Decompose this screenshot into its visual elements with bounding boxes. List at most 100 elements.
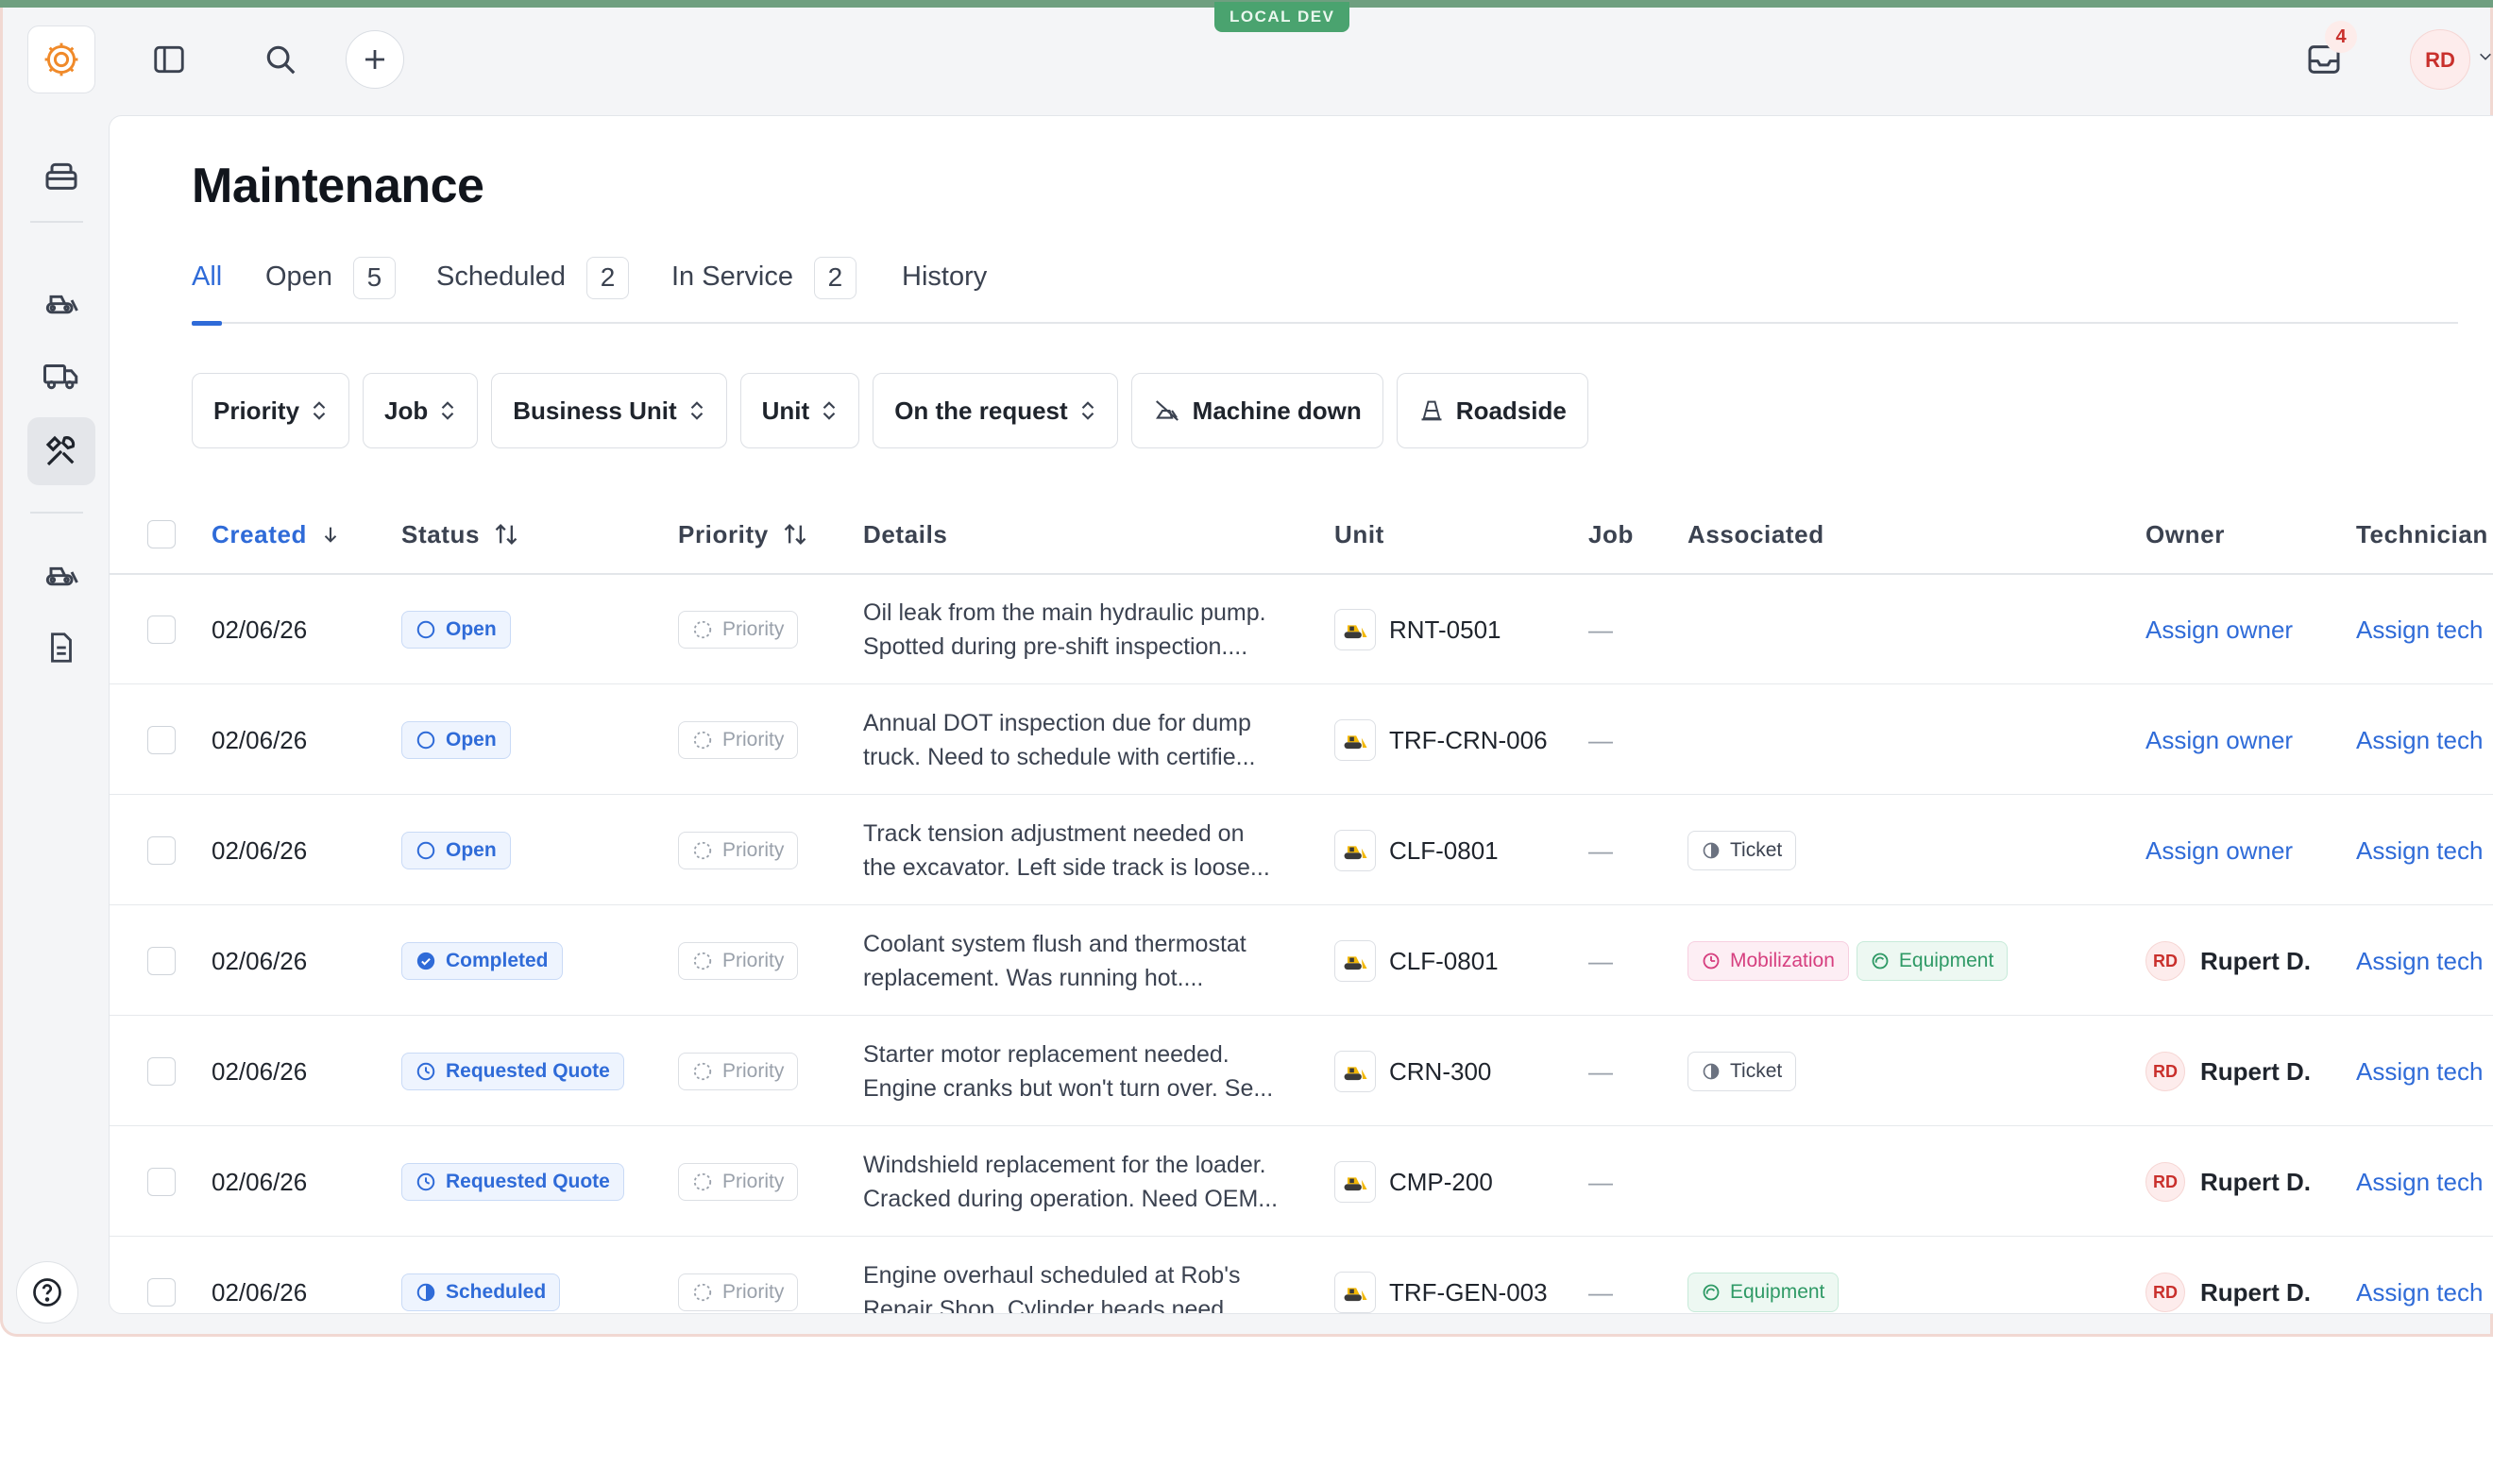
row-checkbox[interactable] [147, 1168, 176, 1196]
priority-badge[interactable]: Priority [678, 1163, 799, 1201]
on-the-request-filter[interactable]: On the request [873, 373, 1118, 448]
table-row[interactable]: 02/06/26 Completed Priority Coolant system … [110, 906, 2493, 1016]
owner-cell[interactable]: RD Rupert D. [2145, 941, 2311, 981]
priority-badge[interactable]: Priority [678, 611, 799, 649]
owner-column-header: Owner [2145, 494, 2225, 575]
maintenance-tools-icon [45, 435, 76, 466]
chevron-down-icon[interactable] [2478, 49, 2493, 64]
status-badge[interactable]: Open [401, 611, 511, 649]
dashed-circle-icon [693, 841, 712, 860]
sidebar-toggle-button[interactable] [140, 30, 198, 89]
assign-tech-link[interactable]: Assign tech [2356, 1278, 2483, 1307]
nav-maintenance[interactable] [27, 417, 95, 485]
checkbox[interactable] [147, 520, 176, 548]
table-row[interactable]: 02/06/26 Open Priority Oil leak from the ma… [110, 575, 2493, 684]
status-badge[interactable]: Open [401, 721, 511, 759]
associated-tag[interactable]: Equipment [1687, 1273, 1840, 1312]
status-badge[interactable]: Open [401, 832, 511, 869]
priority-badge[interactable]: Priority [678, 1053, 799, 1090]
priority-badge[interactable]: Priority [678, 1273, 799, 1311]
nav-documents[interactable] [27, 614, 95, 682]
job-filter[interactable]: Job [363, 373, 479, 448]
assign-owner-link[interactable]: Assign owner [2145, 726, 2293, 755]
tab-open[interactable]: Open 5 [265, 257, 396, 324]
tab-all[interactable]: All [192, 258, 223, 326]
unit-cell[interactable]: CRN-300 [1334, 1017, 1491, 1126]
status-column-header[interactable]: Status [401, 494, 519, 575]
assign-owner-link[interactable]: Assign owner [2145, 616, 2293, 645]
owner-name: Rupert D. [2200, 1277, 2311, 1307]
unit-cell[interactable]: CMP-200 [1334, 1127, 1493, 1237]
unit-cell[interactable]: TRF-GEN-003 [1334, 1238, 1548, 1313]
owner-cell-wrap: RD Rupert D. [2145, 906, 2311, 1016]
details-text[interactable]: Coolant system flush and thermostat repl… [863, 927, 1279, 995]
priority-column-header[interactable]: Priority [678, 494, 808, 575]
associated-tag[interactable]: Equipment [1856, 941, 2009, 981]
add-button[interactable] [346, 30, 404, 89]
details-text[interactable]: Oil leak from the main hydraulic pump. S… [863, 596, 1279, 664]
associated-tag[interactable]: Mobilization [1687, 941, 1849, 981]
table-row[interactable]: 02/06/26 Scheduled Priority Engine overhaul… [110, 1238, 2493, 1313]
assign-tech-link[interactable]: Assign tech [2356, 1168, 2483, 1197]
assign-tech-link[interactable]: Assign tech [2356, 836, 2483, 866]
details-text[interactable]: Track tension adjustment needed on the e… [863, 817, 1279, 885]
table-row[interactable]: 02/06/26 Requested Quote Priority Windshiel… [110, 1127, 2493, 1237]
search-button[interactable] [251, 30, 310, 89]
details-text[interactable]: Windshield replacement for the loader. C… [863, 1148, 1279, 1216]
row-checkbox[interactable] [147, 947, 176, 975]
priority-filter[interactable]: Priority [192, 373, 350, 448]
assign-tech-link[interactable]: Assign tech [2356, 726, 2483, 755]
row-checkbox[interactable] [147, 1278, 176, 1307]
assign-tech-link[interactable]: Assign tech [2356, 947, 2483, 976]
nav-trucks[interactable] [27, 342, 95, 410]
details-text[interactable]: Annual DOT inspection due for dump truck… [863, 706, 1279, 774]
created-column-header[interactable]: Created [212, 494, 341, 575]
select-all-checkbox[interactable] [147, 494, 176, 575]
assign-tech-link[interactable]: Assign tech [2356, 1057, 2483, 1087]
row-checkbox[interactable] [147, 1057, 176, 1086]
unit-cell[interactable]: CLF-0801 [1334, 796, 1499, 905]
nav-fleet[interactable] [27, 538, 95, 606]
nav-equipment[interactable] [27, 266, 95, 334]
details-text[interactable]: Engine overhaul scheduled at Rob's Repai… [863, 1258, 1279, 1313]
unit-filter[interactable]: Unit [739, 373, 860, 448]
associated-tag[interactable]: Ticket [1687, 831, 1797, 870]
associated-tag[interactable]: Ticket [1687, 1052, 1797, 1091]
status-cell: Requested Quote [401, 1127, 624, 1237]
status-badge[interactable]: Requested Quote [401, 1053, 624, 1090]
tab-scheduled[interactable]: Scheduled 2 [436, 257, 630, 324]
priority-badge[interactable]: Priority [678, 721, 799, 759]
unit-cell[interactable]: TRF-CRN-006 [1334, 685, 1548, 795]
assign-owner-link[interactable]: Assign owner [2145, 836, 2293, 866]
status-badge[interactable]: Requested Quote [401, 1163, 624, 1201]
owner-cell-wrap: Assign owner [2145, 685, 2293, 795]
priority-badge[interactable]: Priority [678, 832, 799, 869]
business-unit-filter[interactable]: Business Unit [491, 373, 727, 448]
table-row[interactable]: 02/06/26 Requested Quote Priority Starter m… [110, 1017, 2493, 1126]
table-row[interactable]: 02/06/26 Open Priority Annual DOT inspectio… [110, 685, 2493, 795]
unit-cell[interactable]: CLF-0801 [1334, 906, 1499, 1016]
unit-cell[interactable]: RNT-0501 [1334, 575, 1501, 684]
owner-cell[interactable]: RD Rupert D. [2145, 1162, 2311, 1202]
details-text[interactable]: Starter motor replacement needed. Engine… [863, 1037, 1279, 1105]
help-button[interactable] [16, 1261, 78, 1324]
table-row[interactable]: 02/06/26 Open Priority Track tension adjust… [110, 796, 2493, 905]
roadside-toggle[interactable]: Roadside [1396, 373, 1588, 448]
row-checkbox[interactable] [147, 836, 176, 865]
app-logo-button[interactable] [27, 25, 95, 93]
row-checkbox[interactable] [147, 616, 176, 644]
owner-cell[interactable]: RD Rupert D. [2145, 1273, 2311, 1312]
details-cell: Windshield replacement for the loader. C… [863, 1127, 1279, 1237]
nav-inventory[interactable] [27, 142, 95, 210]
machine-down-toggle[interactable]: Machine down [1130, 373, 1383, 448]
owner-cell[interactable]: RD Rupert D. [2145, 1052, 2311, 1091]
status-badge[interactable]: Scheduled [401, 1273, 561, 1311]
priority-badge[interactable]: Priority [678, 942, 799, 980]
user-avatar[interactable]: RD [2410, 29, 2470, 90]
tab-in-service[interactable]: In Service 2 [671, 257, 856, 324]
tab-history[interactable]: History [902, 258, 987, 324]
assign-tech-link[interactable]: Assign tech [2356, 616, 2483, 645]
status-label: Open [446, 839, 497, 861]
row-checkbox[interactable] [147, 726, 176, 754]
status-badge[interactable]: Completed [401, 942, 563, 980]
